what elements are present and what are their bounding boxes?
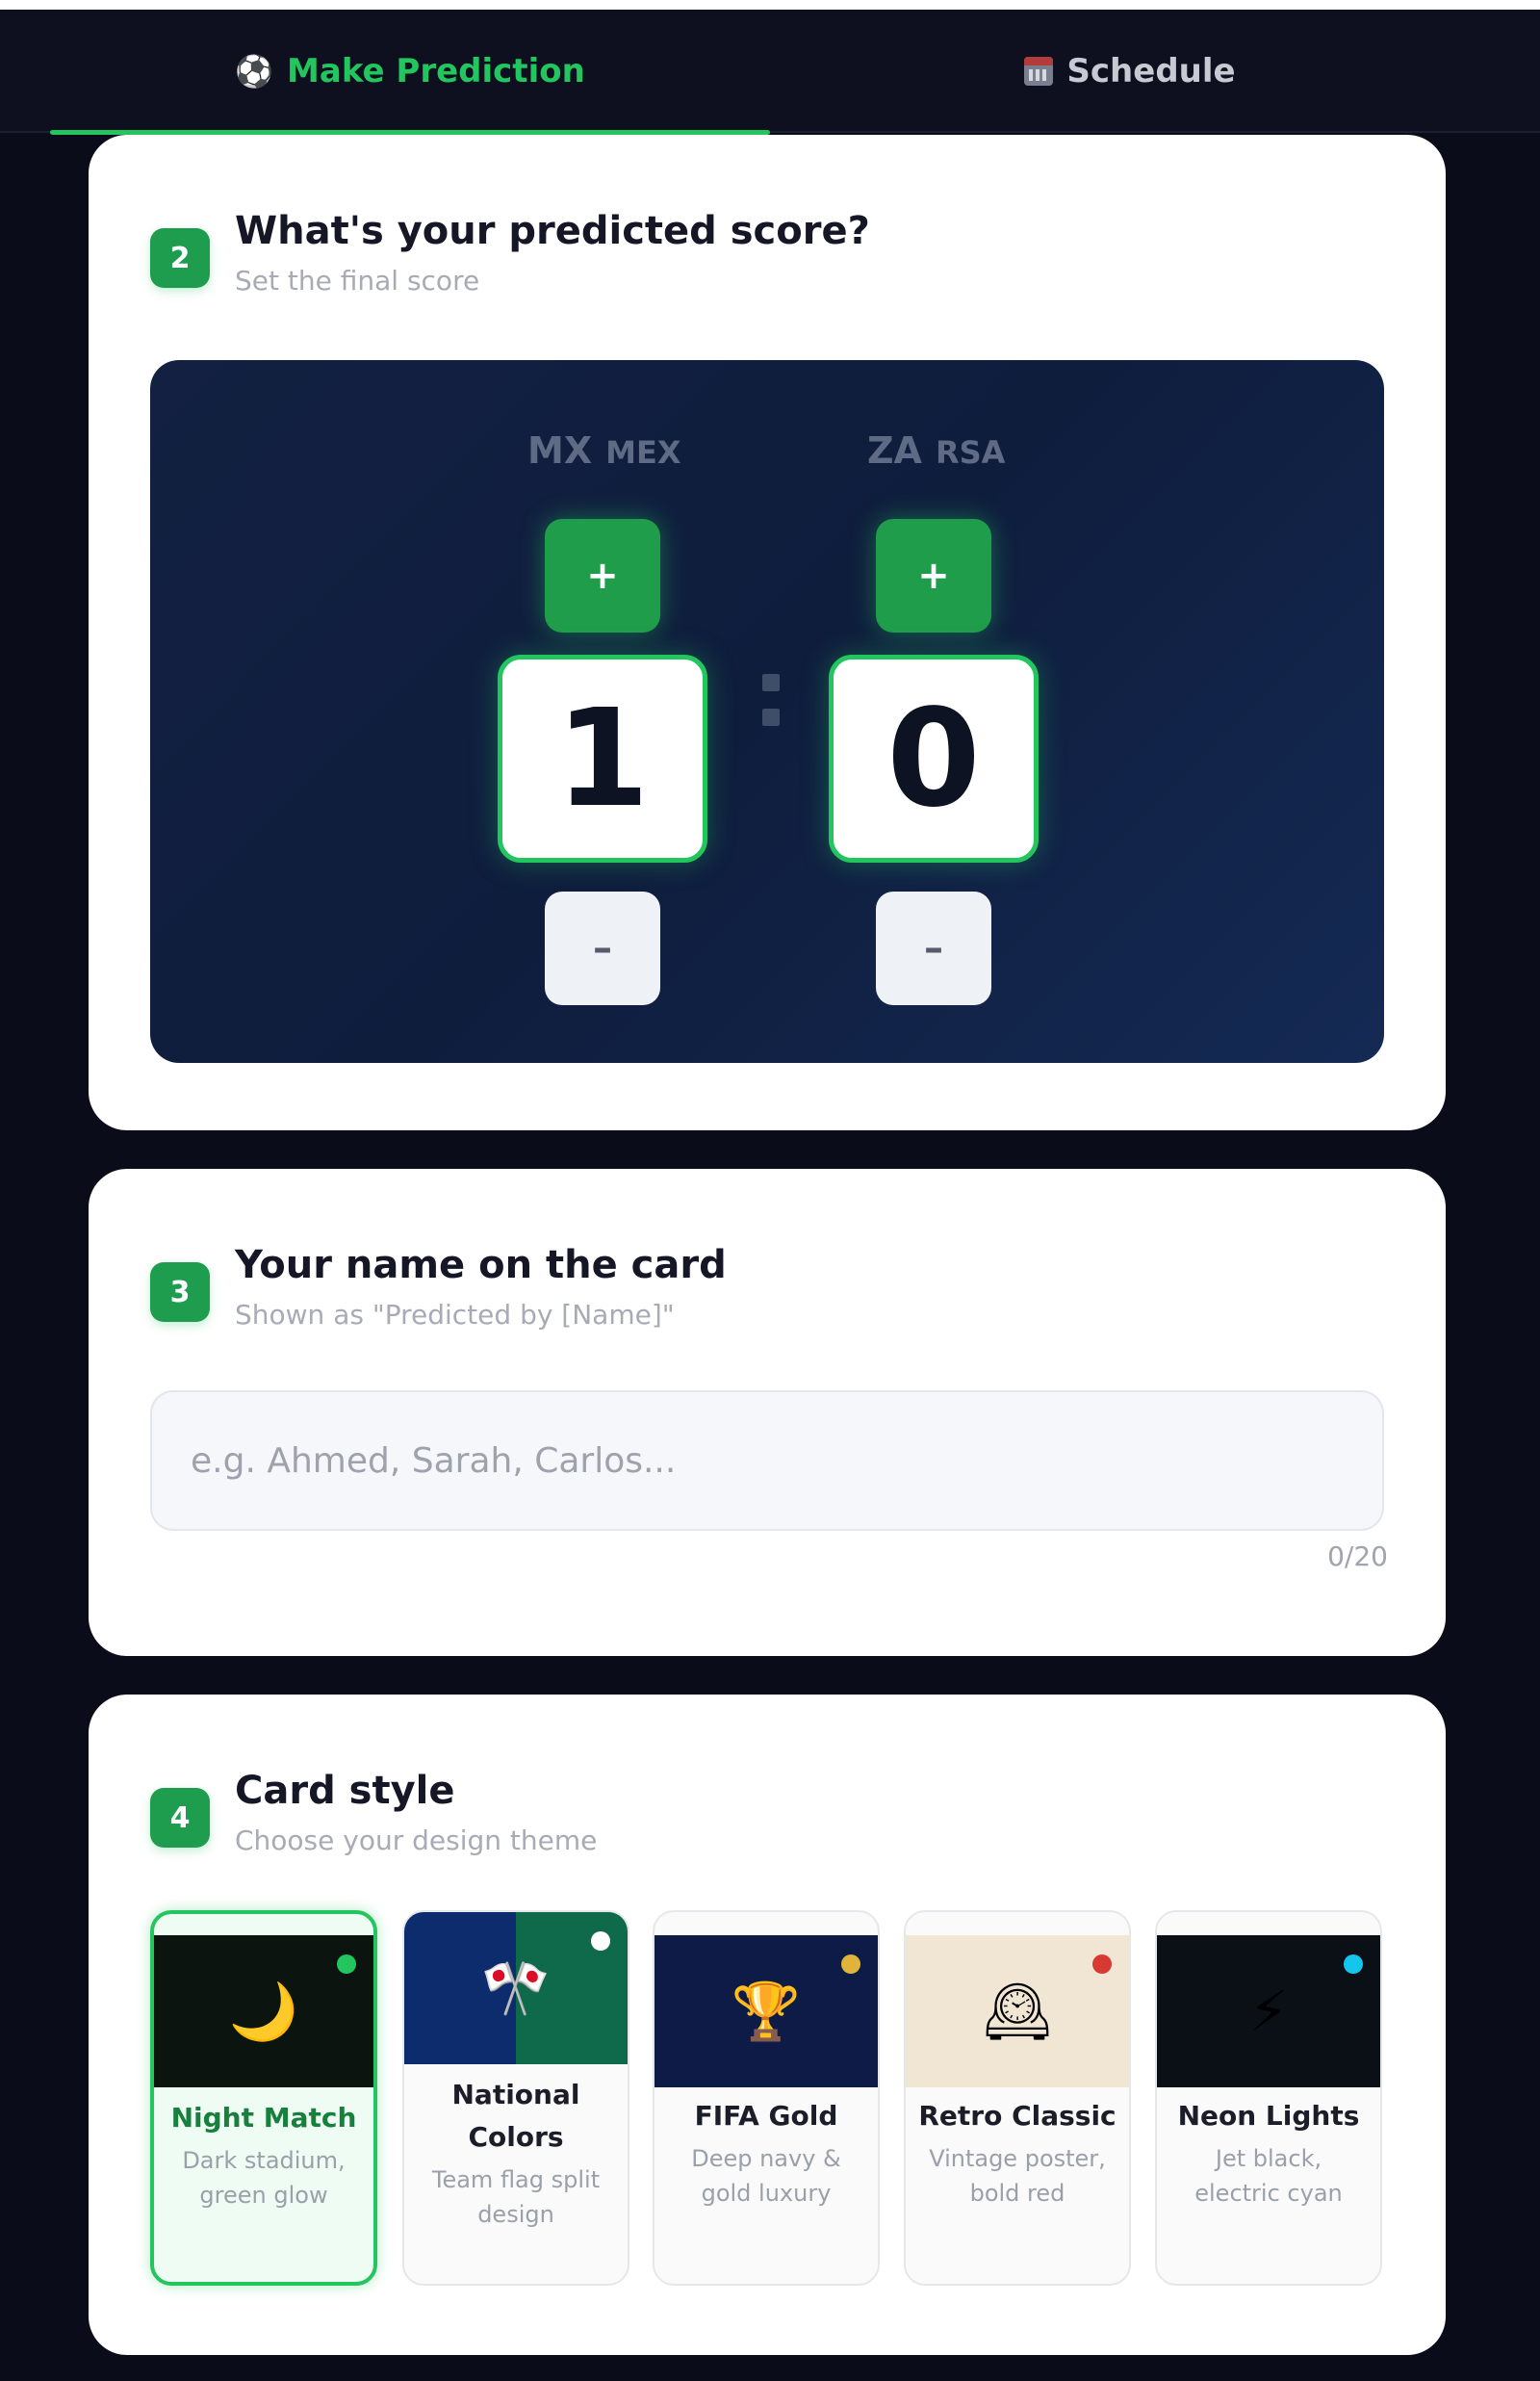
top-edge: [0, 0, 1540, 10]
color-dot: [1092, 1954, 1112, 1974]
lightning-icon: ⚡: [1248, 1979, 1289, 2044]
score-separator-dot: [762, 674, 780, 691]
style-name: FIFA Gold: [694, 2100, 838, 2132]
step-subtitle: Shown as "Predicted by [Name]": [235, 1299, 675, 1331]
style-preview: 🕰: [906, 1935, 1129, 2087]
style-option-national-colors[interactable]: 🎌 National Colors Team flag split design: [402, 1910, 629, 2286]
mantelpiece-clock-icon: 🕰: [982, 1978, 1053, 2044]
style-name: National Colors: [451, 2079, 580, 2153]
color-dot: [591, 1931, 610, 1951]
card-style-card: 4 Card style Choose your design theme 🌙 …: [89, 1695, 1446, 2355]
style-option-retro-classic[interactable]: 🕰 Retro Classic Vintage poster, bold red: [904, 1910, 1131, 2286]
tab-schedule[interactable]: Schedule: [770, 10, 1490, 133]
tab-bar: ⚽ Make Prediction Schedule: [0, 10, 1540, 135]
step-title: What's your predicted score?: [235, 209, 870, 253]
away-decrement-button[interactable]: –: [876, 892, 991, 1005]
step-badge: 2: [150, 228, 210, 288]
style-description: Team flag split design: [431, 2166, 601, 2228]
style-option-neon-lights[interactable]: ⚡ Neon Lights Jet black, electric cyan: [1155, 1910, 1382, 2286]
home-team-code: MEX: [605, 434, 681, 471]
style-name: Neon Lights: [1177, 2100, 1360, 2132]
tab-label: Make Prediction: [287, 52, 585, 91]
south-africa-flag-icon: ZA: [867, 429, 922, 472]
score-panel: MX MEX ZA RSA + + 1 0 – –: [150, 360, 1384, 1063]
color-dot: [1344, 1954, 1363, 1974]
style-preview: 🌙: [154, 1935, 373, 2087]
style-name: Retro Classic: [918, 2100, 1116, 2132]
style-description: Jet black, electric cyan: [1194, 2145, 1343, 2207]
tab-make-prediction[interactable]: ⚽ Make Prediction: [50, 10, 770, 135]
step-title: Card style: [235, 1769, 455, 1813]
style-options: 🌙 Night Match Dark stadium, green glow 🎌…: [150, 1910, 1384, 2286]
away-increment-button[interactable]: +: [876, 519, 991, 633]
style-option-fifa-gold[interactable]: 🏆 FIFA Gold Deep navy & gold luxury: [653, 1910, 880, 2286]
score-separator-dot: [762, 709, 780, 726]
mexico-flag-icon: MX: [527, 429, 593, 472]
home-team-label: MX MEX: [527, 429, 681, 472]
step-subtitle: Set the final score: [235, 265, 480, 297]
tab-label: Schedule: [1066, 52, 1236, 91]
style-preview: ⚡: [1157, 1935, 1380, 2087]
away-score-display: 0: [829, 655, 1039, 863]
character-counter: 0/20: [1327, 1540, 1388, 1572]
home-score-display: 1: [498, 655, 707, 863]
style-description: Dark stadium, green glow: [182, 2147, 346, 2209]
step-title: Your name on the card: [235, 1243, 727, 1287]
name-input[interactable]: [150, 1390, 1384, 1531]
crescent-moon-icon: 🌙: [228, 1978, 299, 2044]
step-badge: 3: [150, 1262, 210, 1322]
style-option-night-match[interactable]: 🌙 Night Match Dark stadium, green glow: [150, 1910, 377, 2286]
home-decrement-button[interactable]: –: [545, 892, 660, 1005]
calendar-icon: [1024, 57, 1054, 86]
soccer-ball-icon: ⚽: [235, 53, 274, 90]
crossed-flags-icon: 🎌: [480, 1954, 552, 2021]
name-card: 3 Your name on the card Shown as "Predic…: [89, 1169, 1446, 1656]
color-dot: [841, 1954, 860, 1974]
home-increment-button[interactable]: +: [545, 519, 660, 633]
style-name: Night Match: [170, 2102, 357, 2134]
trophy-icon: 🏆: [731, 1978, 802, 2044]
away-team-label: ZA RSA: [867, 429, 1005, 472]
style-preview: 🎌: [404, 1912, 628, 2064]
style-preview: 🏆: [654, 1935, 878, 2087]
step-subtitle: Choose your design theme: [235, 1825, 598, 1856]
score-card: 2 What's your predicted score? Set the f…: [89, 135, 1446, 1130]
style-description: Vintage poster, bold red: [929, 2145, 1106, 2207]
color-dot: [337, 1954, 356, 1974]
away-team-code: RSA: [935, 434, 1006, 471]
step-badge: 4: [150, 1788, 210, 1848]
style-description: Deep navy & gold luxury: [691, 2145, 841, 2207]
